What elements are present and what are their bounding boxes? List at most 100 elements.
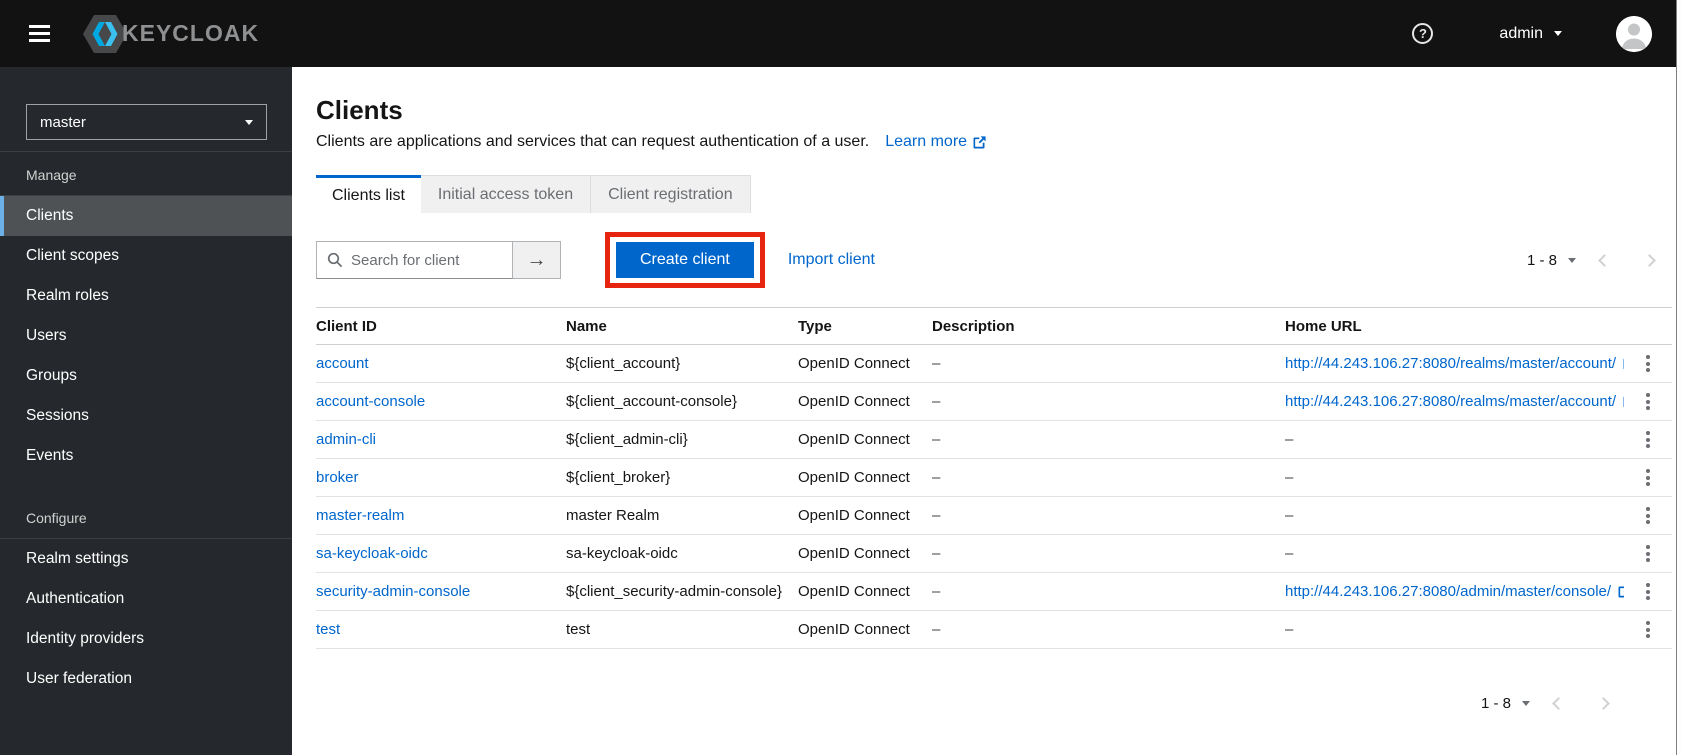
- tab-initial-access-token[interactable]: Initial access token: [420, 175, 592, 213]
- client-description: –: [932, 507, 941, 524]
- scrollbar[interactable]: [1676, 0, 1681, 755]
- table-row: sa-keycloak-oidc sa-keycloak-oidc OpenID…: [316, 535, 1672, 573]
- home-url-empty: –: [1285, 431, 1294, 448]
- home-url-cell: http://44.243.106.27:8080/realms/master/…: [1285, 393, 1624, 410]
- column-header-type: Type: [798, 317, 832, 335]
- row-actions-kebab-button[interactable]: [1638, 501, 1658, 529]
- nav-section-title: Manage: [0, 167, 292, 196]
- divider: [0, 151, 292, 152]
- pagination-next-button[interactable]: [1627, 253, 1672, 268]
- client-name: sa-keycloak-oidc: [566, 545, 678, 562]
- help-button[interactable]: ?: [1412, 23, 1434, 44]
- sidebar-item-user-federation[interactable]: User federation: [0, 659, 292, 699]
- row-actions-kebab-button[interactable]: [1638, 539, 1658, 567]
- sidebar-item-authentication[interactable]: Authentication: [0, 579, 292, 619]
- row-actions-kebab-button[interactable]: [1638, 387, 1658, 415]
- sidebar-item-realm-settings[interactable]: Realm settings: [0, 539, 292, 579]
- column-header-description: Description: [932, 317, 1015, 335]
- row-actions-kebab-button[interactable]: [1638, 577, 1658, 605]
- client-description: –: [932, 545, 941, 562]
- row-actions-kebab-button[interactable]: [1638, 425, 1658, 453]
- table-row: security-admin-console ${client_security…: [316, 573, 1672, 611]
- keycloak-logo[interactable]: KEYCLOAK: [82, 14, 259, 54]
- caret-down-icon: [1522, 701, 1530, 706]
- home-url-empty: –: [1285, 469, 1294, 486]
- home-url-cell: http://44.243.106.27:8080/admin/master/c…: [1285, 583, 1624, 600]
- home-url-text: http://44.243.106.27:8080/admin/master/c…: [1285, 583, 1612, 600]
- client-description: –: [932, 431, 941, 448]
- client-id-link[interactable]: test: [316, 621, 340, 638]
- kebab-icon: [1646, 619, 1650, 639]
- sidebar-item-sessions[interactable]: Sessions: [0, 396, 292, 436]
- learn-more-link[interactable]: Learn more: [885, 133, 986, 151]
- search-submit-button[interactable]: →: [513, 241, 561, 279]
- search-input[interactable]: [316, 241, 513, 279]
- pagination-prev-button[interactable]: [1536, 696, 1581, 711]
- client-id-link[interactable]: broker: [316, 469, 359, 486]
- sidebar-item-clients[interactable]: Clients: [0, 196, 292, 236]
- masthead-right: ? admin: [1412, 15, 1652, 52]
- pagination-next-button[interactable]: [1581, 696, 1626, 711]
- table-row: test test OpenID Connect – –: [316, 611, 1672, 649]
- realm-selector-value: master: [40, 113, 86, 131]
- sidebar-item-realm-roles[interactable]: Realm roles: [0, 276, 292, 316]
- home-url-empty: –: [1285, 545, 1294, 562]
- main-column: KEYCLOAK ? admin master Manage Clients C…: [0, 0, 1676, 755]
- home-url-text: http://44.243.106.27:8080/realms/master/…: [1285, 355, 1617, 372]
- pagination-range-dropdown[interactable]: 1 - 8: [1521, 252, 1582, 269]
- table-row: account ${client_account} OpenID Connect…: [316, 345, 1672, 383]
- pagination-top: 1 - 8: [1521, 252, 1672, 269]
- nav-toggle-button[interactable]: [27, 15, 52, 52]
- sidebar-item-events[interactable]: Events: [0, 436, 292, 476]
- clients-table: Client ID Name Type Description Home URL…: [316, 307, 1672, 649]
- table-header-row: Client ID Name Type Description Home URL: [316, 307, 1672, 345]
- tab-clients-list[interactable]: Clients list: [316, 175, 421, 213]
- client-id-link[interactable]: master-realm: [316, 507, 404, 524]
- search-group: →: [316, 241, 561, 279]
- sidebar-item-groups[interactable]: Groups: [0, 356, 292, 396]
- import-client-link[interactable]: Import client: [788, 251, 875, 269]
- client-id-link[interactable]: account: [316, 355, 369, 372]
- tab-bar: Clients list Initial access token Client r…: [316, 175, 1672, 213]
- masthead: KEYCLOAK ? admin: [0, 0, 1676, 67]
- pagination-bottom-row: 1 - 8: [316, 695, 1626, 712]
- create-client-button[interactable]: Create client: [616, 242, 754, 278]
- sidebar-item-client-scopes[interactable]: Client scopes: [0, 236, 292, 276]
- client-description: –: [932, 621, 941, 638]
- chevron-right-icon: [1597, 697, 1610, 710]
- pagination-prev-button[interactable]: [1582, 253, 1627, 268]
- sidebar-item-users[interactable]: Users: [0, 316, 292, 356]
- row-actions-kebab-button[interactable]: [1638, 349, 1658, 377]
- pagination-range-dropdown[interactable]: 1 - 8: [1475, 695, 1536, 712]
- tab-client-registration[interactable]: Client registration: [591, 175, 751, 213]
- client-description: –: [932, 469, 941, 486]
- avatar[interactable]: [1616, 15, 1652, 52]
- arrow-right-icon: →: [526, 249, 547, 271]
- external-link-icon: [973, 135, 986, 148]
- kebab-icon: [1646, 429, 1650, 449]
- client-id-link[interactable]: admin-cli: [316, 431, 376, 448]
- nav-groups: Manage Clients Client scopes Realm roles Use…: [0, 167, 292, 699]
- client-id-link[interactable]: account-console: [316, 393, 425, 410]
- caret-down-icon: [1554, 31, 1562, 36]
- home-url-link[interactable]: http://44.243.106.27:8080/admin/master/c…: [1285, 583, 1624, 600]
- kebab-icon: [1646, 353, 1650, 373]
- question-circle-icon: ?: [1412, 23, 1434, 44]
- sidebar-item-identity-providers[interactable]: Identity providers: [0, 619, 292, 659]
- home-url-text: http://44.243.106.27:8080/realms/master/…: [1285, 393, 1617, 410]
- home-url-link[interactable]: http://44.243.106.27:8080/realms/master/…: [1285, 355, 1624, 372]
- client-id-link[interactable]: security-admin-console: [316, 583, 470, 600]
- kebab-icon: [1646, 467, 1650, 487]
- row-actions-kebab-button[interactable]: [1638, 463, 1658, 491]
- chevron-left-icon: [1598, 253, 1611, 267]
- realm-selector[interactable]: master: [26, 104, 267, 140]
- user-avatar-icon: [1616, 15, 1652, 52]
- table-row: master-realm master Realm OpenID Connect…: [316, 497, 1672, 535]
- home-url-link[interactable]: http://44.243.106.27:8080/realms/master/…: [1285, 393, 1624, 410]
- row-actions-kebab-button[interactable]: [1638, 615, 1658, 643]
- page-description: Clients are applications and services th…: [316, 133, 870, 150]
- nav-group: Configure Realm settings Authentication Ide…: [0, 510, 292, 699]
- user-menu-button[interactable]: admin: [1499, 25, 1562, 43]
- client-type: OpenID Connect: [798, 431, 910, 448]
- client-id-link[interactable]: sa-keycloak-oidc: [316, 545, 428, 562]
